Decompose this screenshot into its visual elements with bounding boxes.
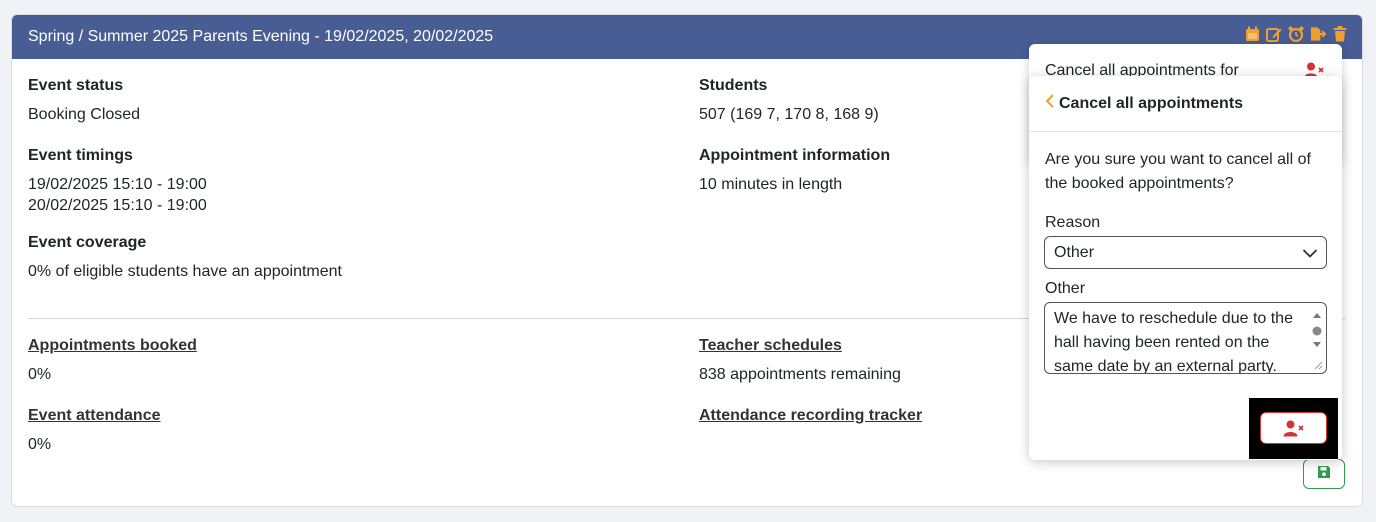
cancel-button-highlight [1249, 398, 1338, 459]
students: Students 507 (169 7, 170 8, 168 9) [699, 77, 879, 124]
cancel-all-appointments-button[interactable] [1260, 412, 1327, 444]
trash-icon[interactable] [1332, 25, 1348, 43]
appointment-info-label: Appointment information [699, 147, 891, 164]
reason-select-value: Other [1054, 243, 1095, 261]
reason-select[interactable]: Other [1044, 236, 1327, 269]
event-attendance-link[interactable]: Event attendance [28, 407, 160, 425]
appointment-info-value: 10 minutes in length [699, 176, 843, 193]
edit-icon[interactable] [1266, 25, 1282, 43]
event-coverage: Event coverage 0% of eligible students h… [28, 234, 342, 281]
confirm-question: Are you sure you want to cancel all of t… [1045, 151, 1311, 192]
event-timings-line1: 19/02/2025 15:10 - 19:00 [28, 176, 207, 193]
attendance-tracker: Attendance recording tracker [699, 407, 922, 425]
appointments-booked-value: 0% [28, 366, 52, 383]
event-status-value: Booking Closed [28, 106, 141, 123]
event-timings-line2: 20/02/2025 15:10 - 19:00 [28, 197, 207, 214]
reason-label: Reason [1045, 214, 1101, 231]
save-button[interactable] [1303, 459, 1345, 489]
event-timings-label: Event timings [28, 147, 133, 164]
students-label: Students [699, 77, 768, 94]
event-timings: Event timings 19/02/2025 15:10 - 19:00 2… [28, 147, 207, 215]
teacher-schedules: Teacher schedules 838 appointments remai… [699, 337, 901, 384]
header-actions [1244, 25, 1348, 43]
event-title: Spring / Summer 2025 Parents Evening - 1… [28, 28, 494, 45]
attendance-tracker-link[interactable]: Attendance recording tracker [699, 407, 922, 425]
other-reason-textarea[interactable]: We have to reschedule due to the hall ha… [1044, 302, 1327, 374]
alarm-icon[interactable] [1288, 25, 1304, 43]
appointments-booked: Appointments booked 0% [28, 337, 197, 384]
save-icon [1317, 465, 1331, 484]
teacher-schedules-value: 838 appointments remaining [699, 366, 901, 383]
event-coverage-label: Event coverage [28, 234, 147, 251]
popover-title: Cancel all appointments [1059, 94, 1244, 112]
cancel-appointments-popover: Cancel all appointments Are you sure you… [1029, 76, 1342, 460]
other-reason-text: We have to reschedule due to the hall ha… [1054, 310, 1293, 374]
appointment-info: Appointment information 10 minutes in le… [699, 147, 890, 194]
chevron-left-icon[interactable] [1045, 94, 1055, 113]
user-cancel-icon [1283, 420, 1304, 436]
event-status: Event status Booking Closed [28, 77, 140, 124]
chevron-down-icon [1302, 246, 1318, 265]
calendar-icon[interactable] [1244, 25, 1260, 43]
export-icon[interactable] [1310, 25, 1326, 43]
event-attendance: Event attendance 0% [28, 407, 160, 454]
other-label: Other [1045, 280, 1086, 297]
event-status-label: Event status [28, 77, 124, 94]
textarea-scrollbar[interactable] [1311, 309, 1323, 371]
event-attendance-value: 0% [28, 436, 52, 453]
teacher-schedules-link[interactable]: Teacher schedules [699, 337, 901, 355]
appointments-booked-link[interactable]: Appointments booked [28, 337, 197, 355]
event-coverage-value: 0% of eligible students have an appointm… [28, 263, 342, 280]
students-value: 507 (169 7, 170 8, 168 9) [699, 106, 879, 123]
popover-header: Cancel all appointments [1029, 76, 1342, 132]
